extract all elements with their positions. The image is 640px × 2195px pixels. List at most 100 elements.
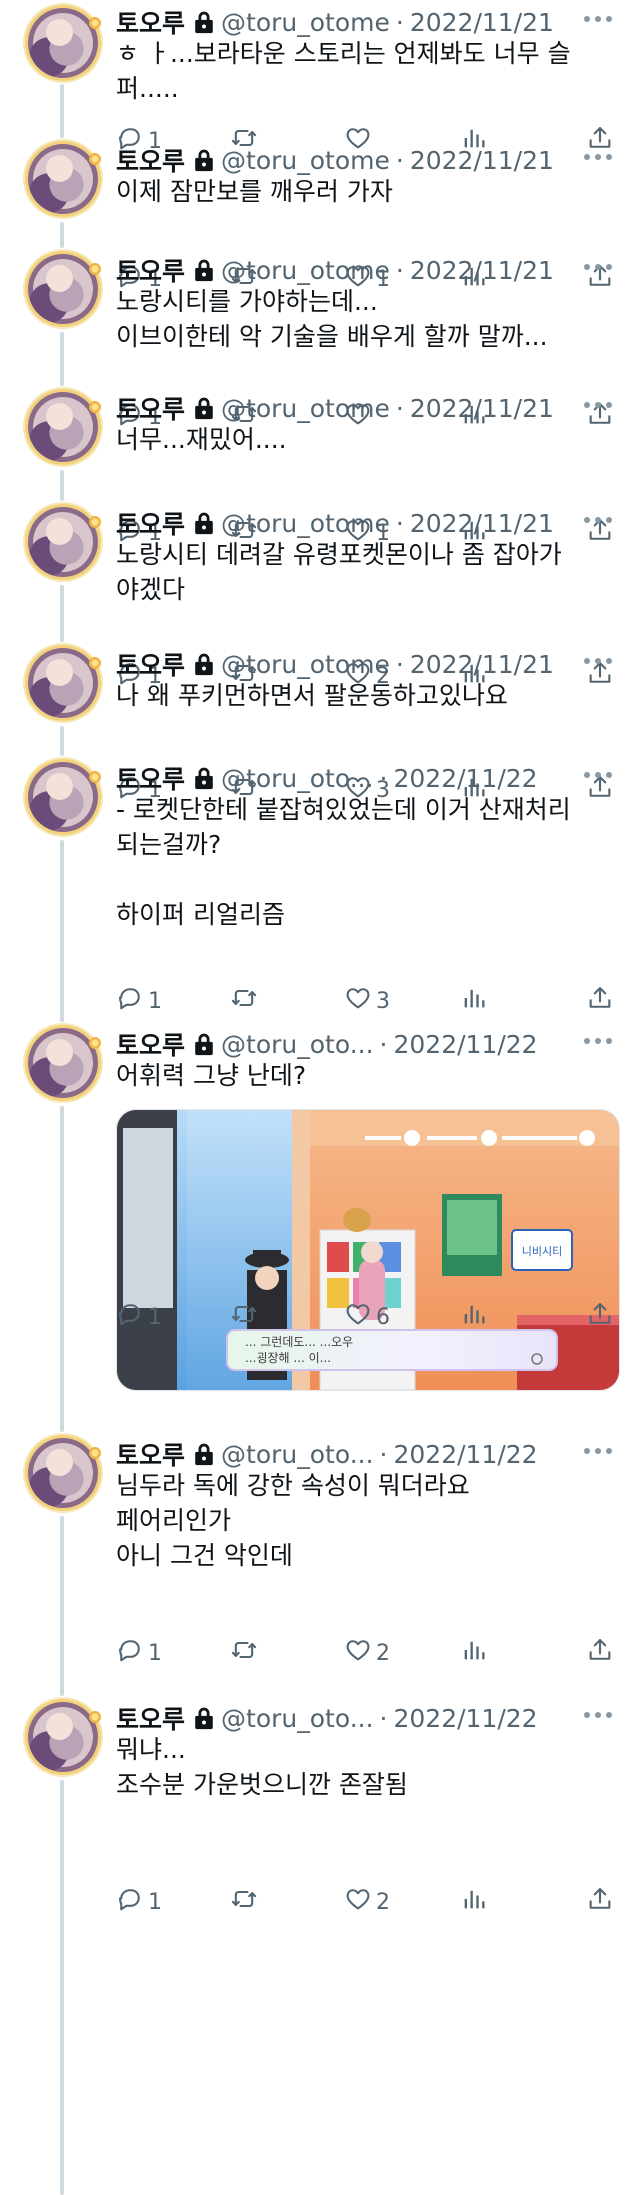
more-icon[interactable]: [584, 1712, 614, 1720]
avatar[interactable]: [28, 1028, 102, 1098]
display-name[interactable]: 토오루: [116, 142, 185, 178]
views-icon: [460, 1636, 488, 1670]
avatar[interactable]: [28, 648, 102, 718]
user-handle[interactable]: @toru_otome: [221, 146, 390, 175]
display-name[interactable]: 토오루: [116, 4, 185, 40]
more-icon[interactable]: [584, 1038, 614, 1046]
display-name[interactable]: 토오루: [116, 390, 185, 426]
share-button[interactable]: [586, 1885, 614, 1919]
tweet[interactable]: 토오루 @toru_oto... · 2022/11/22 어휘력 그냥 난데?: [0, 1026, 640, 1391]
lock-icon: [193, 1442, 215, 1466]
tweet[interactable]: 토오루 @toru_oto... · 2022/11/22 뭐냐... 조수분 …: [0, 1700, 640, 1919]
tweet-date[interactable]: 2022/11/22: [393, 1704, 537, 1733]
more-icon[interactable]: [584, 1448, 614, 1456]
reply-count: 1: [148, 988, 162, 1014]
avatar[interactable]: [28, 392, 102, 462]
share-button[interactable]: [586, 1636, 614, 1670]
tweet-date[interactable]: 2022/11/21: [410, 394, 554, 423]
tweet[interactable]: 토오루 @toru_oto... · 2022/11/22 - 로켓단한테 붙잡…: [0, 760, 640, 1018]
views-button[interactable]: [460, 1636, 488, 1670]
user-handle[interactable]: @toru_otome: [221, 650, 390, 679]
like-button[interactable]: 3: [344, 984, 390, 1018]
user-handle[interactable]: @toru_oto...: [221, 1030, 374, 1059]
more-icon[interactable]: [584, 402, 614, 410]
retweet-button[interactable]: [230, 984, 258, 1018]
reply-button[interactable]: 1: [116, 1300, 162, 1334]
display-name[interactable]: 토오루: [116, 646, 185, 682]
tweet-actions: 1 6: [0, 1300, 640, 1334]
avatar[interactable]: [28, 1702, 102, 1772]
tweet-date[interactable]: 2022/11/21: [410, 509, 554, 538]
lock-icon: [193, 511, 215, 535]
reply-button[interactable]: 1: [116, 1636, 162, 1670]
views-icon: [460, 1300, 488, 1334]
more-icon[interactable]: [584, 154, 614, 162]
retweet-button[interactable]: [230, 1300, 258, 1334]
display-name[interactable]: 토오루: [116, 1700, 185, 1736]
tweet[interactable]: 토오루 @toru_oto... · 2022/11/22 님두라 독에 강한 …: [0, 1436, 640, 1670]
tweet-header: 토오루 @toru_otome · 2022/11/21: [116, 505, 554, 541]
tweet-date[interactable]: 2022/11/21: [410, 8, 554, 37]
tweet-date[interactable]: 2022/11/21: [410, 256, 554, 285]
more-icon[interactable]: [584, 16, 614, 24]
tweet-date[interactable]: 2022/11/22: [393, 1440, 537, 1469]
views-button[interactable]: [460, 1885, 488, 1919]
dialog-line-2: ...굉장해 ... 이...: [245, 1351, 331, 1365]
reply-button[interactable]: 1: [116, 984, 162, 1018]
tweet-text: 노랑시티 데려갈 유령포켓몬이나 좀 잡아가 야겠다: [116, 540, 562, 604]
display-name[interactable]: 토오루: [116, 1026, 185, 1062]
more-icon[interactable]: [584, 264, 614, 272]
tweet-header: 토오루 @toru_oto... · 2022/11/22: [116, 1700, 538, 1736]
tweet-header: 토오루 @toru_otome · 2022/11/21: [116, 252, 554, 288]
user-handle[interactable]: @toru_otome: [221, 394, 390, 423]
like-button[interactable]: 6: [344, 1300, 390, 1334]
tweet-media-image[interactable]: 니비시티 ... 그런데도... ...오우 ...굉장해 ... 이...: [116, 1109, 620, 1391]
share-button[interactable]: [586, 1300, 614, 1334]
user-handle[interactable]: @toru_oto...: [221, 1440, 374, 1469]
avatar[interactable]: [28, 762, 102, 832]
avatar[interactable]: [28, 1438, 102, 1508]
retweet-button[interactable]: [230, 1885, 258, 1919]
like-button[interactable]: 2: [344, 1636, 390, 1670]
display-name[interactable]: 토오루: [116, 505, 185, 541]
avatar[interactable]: [28, 144, 102, 214]
tweet-date[interactable]: 2022/11/22: [393, 1030, 537, 1059]
views-button[interactable]: [460, 1300, 488, 1334]
like-button[interactable]: 2: [344, 1885, 390, 1919]
user-handle[interactable]: @toru_otome: [221, 8, 390, 37]
reply-count: 1: [148, 1640, 162, 1666]
dot-separator: ·: [395, 7, 404, 37]
display-name[interactable]: 토오루: [116, 1436, 185, 1472]
display-name[interactable]: 토오루: [116, 252, 185, 288]
tweet-text: 어휘력 그냥 난데?: [116, 1061, 307, 1090]
reply-icon: [116, 984, 144, 1018]
share-button[interactable]: [586, 984, 614, 1018]
avatar[interactable]: [28, 8, 102, 78]
reply-icon: [116, 1300, 144, 1334]
share-icon: [586, 1300, 614, 1334]
display-name[interactable]: 토오루: [116, 760, 185, 796]
tweet-date[interactable]: 2022/11/22: [393, 764, 537, 793]
tweet-text: - 로켓단한테 붙잡혀있었는데 이거 산재처리 되는걸까? 하이퍼 리얼리즘: [116, 795, 571, 929]
lock-icon: [193, 1032, 215, 1056]
avatar[interactable]: [28, 254, 102, 324]
views-button[interactable]: [460, 984, 488, 1018]
tweet-date[interactable]: 2022/11/21: [410, 146, 554, 175]
user-handle[interactable]: @toru_otome: [221, 256, 390, 285]
user-handle[interactable]: @toru_otome: [221, 509, 390, 538]
share-icon: [586, 1636, 614, 1670]
user-handle[interactable]: @toru_oto...: [221, 764, 374, 793]
tweet-text: 나 왜 푸키먼하면서 팔운동하고있나요: [116, 681, 508, 710]
tweet-date[interactable]: 2022/11/21: [410, 650, 554, 679]
more-icon[interactable]: [584, 517, 614, 525]
reply-button[interactable]: 1: [116, 1885, 162, 1919]
more-icon[interactable]: [584, 772, 614, 780]
user-handle[interactable]: @toru_oto...: [221, 1704, 374, 1733]
avatar[interactable]: [28, 507, 102, 577]
heart-icon: [344, 1885, 372, 1919]
dot-separator: ·: [379, 1439, 388, 1469]
more-icon[interactable]: [584, 658, 614, 666]
tweet-header: 토오루 @toru_otome · 2022/11/21: [116, 390, 554, 426]
retweet-button[interactable]: [230, 1636, 258, 1670]
tweet[interactable]: 토오루 @toru_otome · 2022/11/21 ㅎ ㅏ...보라타운 …: [0, 4, 640, 158]
